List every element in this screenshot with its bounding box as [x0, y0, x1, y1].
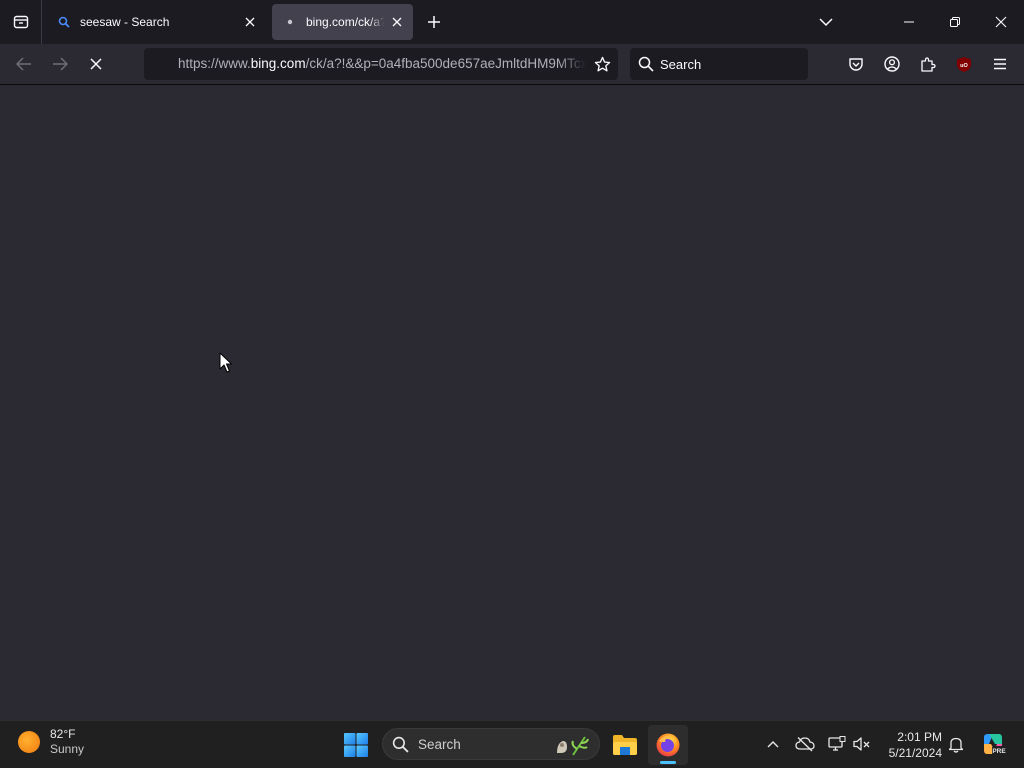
account-button[interactable]	[878, 50, 906, 78]
chevron-down-icon	[819, 18, 833, 27]
svg-text:uO: uO	[960, 62, 968, 68]
plus-icon	[428, 16, 440, 28]
speaker-muted-icon	[853, 737, 870, 751]
clock-date: 5/21/2024	[888, 746, 942, 760]
bookmark-star-button[interactable]	[590, 52, 614, 76]
forward-button[interactable]	[46, 50, 74, 78]
active-app-indicator	[660, 761, 676, 764]
notifications-button[interactable]	[945, 733, 967, 755]
search-highlight-illustration-icon	[557, 736, 589, 756]
cloud-offline-icon	[795, 737, 815, 752]
search-placeholder: Search	[660, 57, 702, 72]
stop-icon	[90, 58, 102, 70]
account-icon	[884, 56, 900, 72]
chevron-up-icon	[767, 741, 779, 748]
network-button[interactable]	[826, 733, 848, 755]
navigation-toolbar: https://www.bing.com/ck/a?!&&p=0a4fba500…	[0, 44, 1024, 85]
taskbar: 82°F Sunny Search 2:01 PM 5/21/2024 PRE	[0, 720, 1024, 768]
ublock-shield-icon: uO	[957, 56, 971, 72]
ublock-origin-button[interactable]: uO	[950, 50, 978, 78]
pocket-button[interactable]	[842, 50, 870, 78]
pocket-icon	[849, 58, 863, 71]
taskbar-search[interactable]: Search	[382, 728, 600, 760]
copilot-icon: PRE	[984, 734, 1006, 755]
close-tab-icon[interactable]	[238, 10, 262, 34]
tab-title: bing.com/ck/a?!&	[306, 15, 385, 29]
firefox-view-button[interactable]	[0, 0, 42, 44]
star-icon	[594, 56, 610, 71]
stop-loading-button[interactable]	[82, 50, 110, 78]
network-icon	[828, 736, 846, 751]
back-button[interactable]	[10, 50, 38, 78]
search-bar[interactable]: Search	[630, 48, 808, 80]
minimize-icon	[904, 21, 914, 23]
url-text[interactable]: https://www.bing.com/ck/a?!&&p=0a4fba500…	[178, 56, 586, 71]
weather-condition: Sunny	[50, 742, 85, 756]
bell-icon	[948, 737, 964, 753]
volume-button[interactable]	[851, 733, 873, 755]
show-hidden-icons-button[interactable]	[762, 733, 784, 755]
tab-seesaw-search[interactable]: seesaw - Search	[46, 4, 266, 40]
close-window-button[interactable]	[978, 0, 1024, 44]
mouse-cursor-icon	[219, 352, 232, 373]
restore-button[interactable]	[932, 0, 978, 44]
file-explorer-button[interactable]	[605, 725, 645, 765]
firefox-view-icon	[13, 15, 28, 29]
puzzle-icon	[921, 57, 936, 72]
windows-start-icon[interactable]	[343, 732, 369, 758]
address-bar[interactable]: https://www.bing.com/ck/a?!&&p=0a4fba500…	[144, 48, 618, 80]
tab-title: seesaw - Search	[80, 15, 170, 29]
sun-icon	[18, 731, 40, 753]
search-icon	[392, 736, 409, 753]
svg-text:PRE: PRE	[992, 748, 1006, 755]
extensions-button[interactable]	[914, 50, 942, 78]
list-all-tabs-button[interactable]	[803, 0, 849, 44]
firefox-taskbar-button[interactable]	[648, 725, 688, 765]
restore-icon	[950, 17, 960, 27]
close-tab-icon[interactable]	[385, 10, 409, 34]
folder-icon	[613, 735, 637, 755]
search-icon	[56, 14, 72, 30]
tab-bing-redirect[interactable]: bing.com/ck/a?!&	[272, 4, 413, 40]
firefox-icon	[656, 733, 680, 757]
tab-strip: seesaw - Search bing.com/ck/a?!&	[0, 0, 1024, 44]
copilot-button[interactable]: PRE	[980, 731, 1006, 757]
close-icon	[995, 16, 1007, 28]
page-content	[0, 85, 1024, 720]
weather-temperature: 82°F	[50, 727, 76, 741]
search-icon	[638, 56, 654, 72]
loading-dot-icon	[282, 14, 298, 30]
app-menu-button[interactable]	[986, 50, 1014, 78]
arrow-right-icon	[53, 57, 68, 71]
weather-widget[interactable]: 82°F Sunny	[18, 727, 84, 757]
arrow-left-icon	[16, 57, 31, 71]
new-tab-button[interactable]	[422, 10, 446, 34]
taskbar-search-label: Search	[418, 737, 461, 752]
onedrive-button[interactable]	[794, 733, 816, 755]
system-clock[interactable]: 2:01 PM 5/21/2024	[878, 729, 942, 761]
minimize-button[interactable]	[886, 0, 932, 44]
clock-time: 2:01 PM	[897, 730, 942, 744]
hamburger-menu-icon	[994, 58, 1006, 70]
